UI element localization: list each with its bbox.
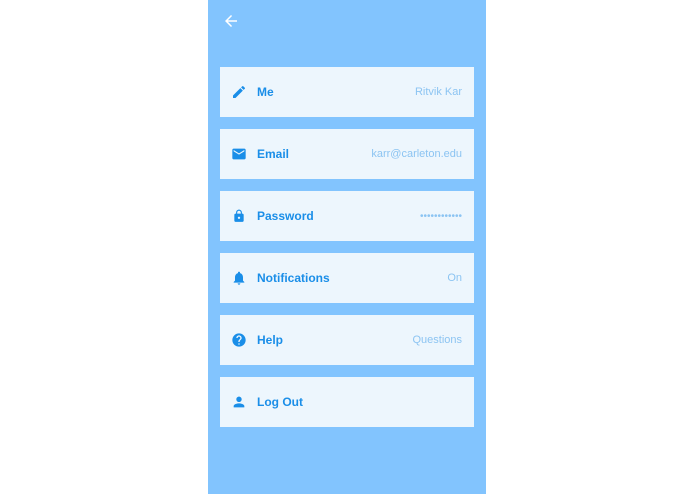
settings-row-logout[interactable]: Log Out xyxy=(220,377,474,427)
row-value-password: •••••••••••• xyxy=(419,210,462,222)
settings-row-email[interactable]: Email karr@carleton.edu xyxy=(220,129,474,179)
row-label-logout: Log Out xyxy=(257,395,303,409)
row-label-help: Help xyxy=(257,333,284,347)
settings-row-password[interactable]: Password •••••••••••• xyxy=(220,191,474,241)
envelope-icon xyxy=(231,146,247,162)
settings-row-help[interactable]: Help Questions xyxy=(220,315,474,365)
back-button[interactable] xyxy=(222,12,240,30)
row-label-me: Me xyxy=(257,85,274,99)
settings-row-me[interactable]: Me Ritvik Kar xyxy=(220,67,474,117)
row-value-notifications: On xyxy=(447,272,462,284)
settings-screen: Me Ritvik Kar Email karr@carleton.edu Pa… xyxy=(208,0,486,494)
row-label-password: Password xyxy=(257,209,314,223)
row-label-email: Email xyxy=(257,147,290,161)
row-value-help: Questions xyxy=(412,334,462,346)
person-icon xyxy=(231,394,247,410)
row-value-name: Ritvik Kar xyxy=(414,86,462,98)
question-circle-icon xyxy=(231,332,247,348)
settings-row-notifications[interactable]: Notifications On xyxy=(220,253,474,303)
row-value-email: karr@carleton.edu xyxy=(371,148,462,160)
bell-icon xyxy=(231,270,247,286)
pencil-icon xyxy=(231,84,247,100)
lock-icon xyxy=(231,208,247,224)
settings-list: Me Ritvik Kar Email karr@carleton.edu Pa… xyxy=(220,67,474,439)
arrow-left-icon xyxy=(222,12,240,30)
row-label-notifications: Notifications xyxy=(257,271,330,285)
